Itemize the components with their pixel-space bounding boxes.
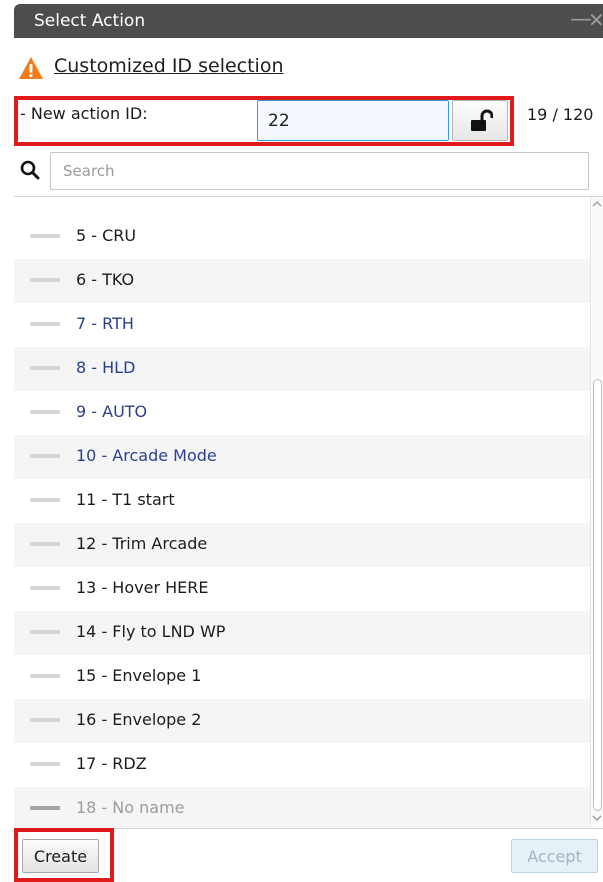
list-item[interactable]: 10 - Arcade Mode [14, 435, 590, 479]
list-item[interactable]: 6 - TKO [14, 259, 590, 303]
search-input[interactable] [50, 152, 589, 190]
lock-toggle-button[interactable] [452, 100, 508, 141]
list-item[interactable]: 11 - T1 start [14, 479, 590, 523]
accept-button[interactable]: Accept [511, 839, 598, 873]
list-item-label: 7 - RTH [76, 314, 134, 333]
warning-triangle-icon [19, 57, 43, 79]
new-action-id-label: - New action ID: [20, 104, 148, 123]
list-item[interactable]: 8 - HLD [14, 347, 590, 391]
window-title: Select Action [34, 11, 146, 31]
create-button[interactable]: Create [22, 839, 99, 873]
drag-handle-icon [30, 498, 60, 502]
scrollbar-thumb[interactable] [593, 379, 602, 811]
drag-handle-icon [30, 586, 60, 590]
scrollbar[interactable] [590, 197, 603, 829]
action-id-counter: 19 / 120 [527, 105, 594, 124]
drag-handle-icon [30, 366, 60, 370]
list-item-label: 9 - AUTO [76, 402, 148, 421]
list-item[interactable]: 15 - Envelope 1 [14, 655, 590, 699]
drag-handle-icon [30, 322, 60, 326]
list-item[interactable]: 5 - CRU [14, 215, 590, 259]
drag-handle-icon [30, 674, 60, 678]
list-item-label: 18 - No name [76, 798, 185, 817]
list-item-label: 8 - HLD [76, 358, 136, 377]
list-item-label: 14 - Fly to LND WP [76, 622, 226, 641]
list-item[interactable]: 14 - Fly to LND WP [14, 611, 590, 655]
drag-handle-icon [30, 234, 60, 238]
drag-handle-icon [30, 806, 60, 810]
new-action-id-input[interactable] [257, 100, 449, 141]
list-item[interactable]: 12 - Trim Arcade [14, 523, 590, 567]
list-item-label: 10 - Arcade Mode [76, 446, 217, 465]
drag-handle-icon [30, 718, 60, 722]
list-item[interactable]: 9 - AUTO [14, 391, 590, 435]
unlock-icon [471, 109, 493, 131]
scroll-down-arrow-icon[interactable] [592, 813, 602, 823]
list-item[interactable]: 17 - RDZ [14, 743, 590, 787]
list-item-label: 5 - CRU [76, 226, 137, 245]
drag-handle-icon [30, 410, 60, 414]
list-item-label: 13 - Hover HERE [76, 578, 209, 597]
search-icon [20, 160, 40, 180]
list-item-label: 16 - Envelope 2 [76, 710, 202, 729]
list-item-label: 17 - RDZ [76, 754, 147, 773]
drag-handle-icon [30, 454, 60, 458]
close-icon[interactable]: ✕ [588, 7, 603, 33]
list-item-label: 15 - Envelope 1 [76, 666, 202, 685]
list-item[interactable]: 13 - Hover HERE [14, 567, 590, 611]
drag-handle-icon [30, 542, 60, 546]
list-item[interactable]: 7 - RTH [14, 303, 590, 347]
list-item-label: 11 - T1 start [76, 490, 175, 509]
action-list: 5 - CRU 6 - TKO 7 - RTH 8 - HLD 9 - AUTO 10 -… [14, 196, 603, 829]
list-item-label: 12 - Trim Arcade [76, 534, 208, 553]
drag-handle-icon [30, 762, 60, 766]
list-item[interactable]: 16 - Envelope 2 [14, 699, 590, 743]
drag-handle-icon [30, 278, 60, 282]
drag-handle-icon [30, 630, 60, 634]
scroll-up-arrow-icon[interactable] [592, 199, 602, 209]
title-bar[interactable]: Select Action — ✕ [14, 4, 603, 38]
list-item[interactable]: 18 - No name [14, 787, 590, 829]
customized-id-selection-link[interactable]: Customized ID selection [54, 55, 284, 77]
list-item-label: 6 - TKO [76, 270, 135, 289]
